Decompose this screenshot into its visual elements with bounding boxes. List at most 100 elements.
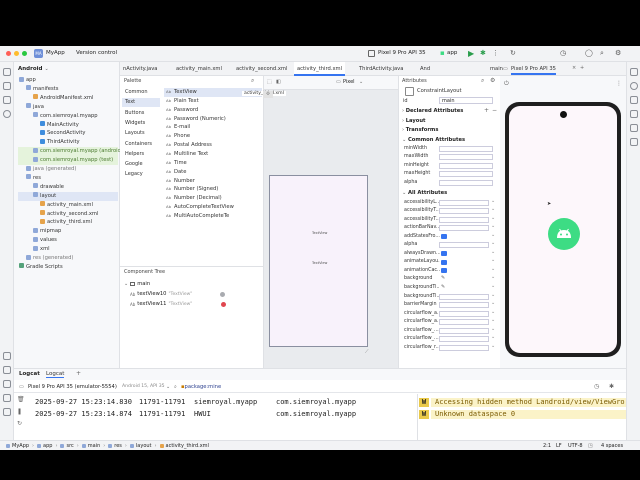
terminal-tool-icon[interactable] [3,380,11,388]
palette-item[interactable]: Ab MultiAutoCompleteTe [164,212,262,221]
attr-value-field[interactable] [439,171,493,178]
chevron-down-icon[interactable]: ⌄ [491,223,495,229]
add-tab-icon[interactable]: + [76,370,81,377]
palette-item[interactable]: Ab Plain Text [164,97,262,106]
attr-value-field[interactable] [439,146,493,152]
palette-category[interactable]: Legacy [122,170,160,179]
more-actions-icon[interactable]: ⋮ [492,49,499,58]
tree-item[interactable]: manifests [26,85,58,94]
more-icon[interactable]: ⋮ [616,80,622,87]
chevron-down-icon[interactable]: ⌄ [491,317,495,323]
tree-item[interactable]: res [26,174,41,183]
attr-value-field[interactable] [439,179,493,186]
search-icon[interactable]: ⌕ [251,77,254,85]
tree-item[interactable]: res (generated) [26,254,73,263]
project-tool-icon[interactable] [3,68,11,76]
flag-icon[interactable] [441,259,447,265]
tree-item[interactable]: java (generated) [26,165,76,174]
chevron-down-icon[interactable]: ⌄ [491,240,495,246]
chevron-down-icon[interactable]: ⌄ [491,249,495,255]
tree-item[interactable]: mipmap [33,227,61,236]
editor-tab[interactable]: activity_third.xml [294,62,346,76]
attr-value-field[interactable] [439,293,489,300]
add-attribute-icon[interactable]: + [484,107,489,114]
project-name[interactable]: MyApp [46,49,65,58]
logcat-filter-input[interactable]: ▪package:mine [179,383,596,391]
problems-tool-icon[interactable] [3,394,11,402]
tree-item[interactable]: layout [18,191,118,201]
breadcrumb-item[interactable]: app [43,443,52,449]
select-mode-icon[interactable]: ⬚ [267,79,272,85]
add-device-icon[interactable]: + [580,65,584,71]
tree-item[interactable]: values [33,236,57,245]
palette-item[interactable]: Ab AutoCompleteTextView [164,203,262,212]
breadcrumb-item[interactable]: src [66,443,73,449]
maximize-window-icon[interactable] [22,51,27,56]
tree-item[interactable]: MainActivity [40,121,79,130]
chevron-down-icon[interactable]: ⌄ [491,232,495,238]
chevron-down-icon[interactable]: ⌄ [491,274,495,280]
palette-category[interactable]: Buttons [122,109,160,118]
git-tool-icon[interactable] [3,408,11,416]
chevron-down-icon[interactable]: ⌄ [491,215,495,221]
project-view-selector[interactable]: Android ⌄ [18,64,49,74]
chevron-down-icon[interactable]: ⌄ [491,257,495,263]
tree-item[interactable]: drawable [33,183,64,192]
palette-category[interactable]: Helpers [122,150,160,159]
debug-icon[interactable]: ✱ [480,49,486,58]
pick-resource-icon[interactable]: ✎ [441,275,445,281]
restart-icon[interactable]: ↻ [17,420,22,427]
tree-item[interactable]: activity_main.xml [40,201,93,210]
attr-value-field[interactable] [439,344,489,351]
pause-icon[interactable]: ❚ [17,408,22,415]
close-tab-icon[interactable]: × [572,65,576,71]
resize-handle-icon[interactable]: ⟋ [365,349,369,355]
palette-category[interactable]: Layouts [122,129,160,138]
logcat-tool-icon[interactable] [3,366,11,374]
resource-manager-icon[interactable] [3,96,11,104]
power-icon[interactable]: ⏻ [504,80,509,88]
chevron-down-icon[interactable]: ⌄ [491,309,495,315]
tree-item[interactable]: activity_second.xml [40,210,98,219]
filter-history-icon[interactable]: ◷ [594,383,599,390]
attr-value-field[interactable] [439,162,493,169]
breadcrumb-item[interactable]: layout [136,443,152,449]
version-control-menu[interactable]: Version control [76,49,117,58]
component-tree-row[interactable]: Ab textView11 "TextView" [130,300,260,308]
tree-item[interactable]: activity_third.xml [40,218,92,227]
device-explorer-icon[interactable] [630,138,638,146]
breadcrumb-item[interactable]: res [114,443,122,449]
tree-item[interactable]: xml [33,245,50,254]
palette-category[interactable]: Containers [122,140,160,149]
indent-setting[interactable]: 4 spaces [601,442,623,450]
editor-tab[interactable]: ThirdActivity.java [356,62,406,76]
tree-item[interactable]: com.siemroyal.myapp [33,112,98,121]
tree-item[interactable]: Gradle Scripts [19,263,63,272]
tree-item[interactable]: com.siemroyal.myapp (test) [18,156,118,166]
palette-item[interactable]: Ab Date [164,168,262,177]
breadcrumb-item[interactable]: activity_third.xml [166,443,209,449]
canvas-textview-1[interactable]: TextView [312,231,327,235]
palette-item[interactable]: Ab Postal Address [164,141,262,150]
regex-icon[interactable]: ✱ [609,383,614,390]
search-icon[interactable]: ⌕ [481,77,484,85]
palette-category[interactable]: Common [122,88,160,97]
attr-value-field[interactable] [439,216,489,223]
caret-position[interactable]: 2:1 [543,442,551,450]
attr-value-field[interactable] [439,225,489,232]
palette-item[interactable]: Ab Number (Decimal) [164,194,262,203]
attr-value-field[interactable] [439,208,489,215]
palette-item[interactable]: Ab Phone [164,132,262,141]
device-selector[interactable]: Pixel 9 Pro API 35 [378,49,426,58]
breadcrumb-item[interactable]: MyApp [12,443,29,449]
build-tool-icon[interactable] [3,352,11,360]
flag-icon[interactable] [441,234,447,240]
palette-item[interactable]: Ab Number [164,177,262,186]
attr-section-header[interactable]: › Declared Attributes [402,107,463,116]
chevron-down-icon[interactable]: ⌄ [491,343,495,349]
chevron-down-icon[interactable]: ⌄ [491,198,495,204]
flag-icon[interactable] [441,268,447,274]
attr-value-field[interactable] [439,336,489,343]
tree-item[interactable]: app [19,76,36,85]
tree-item[interactable]: java [26,103,44,112]
